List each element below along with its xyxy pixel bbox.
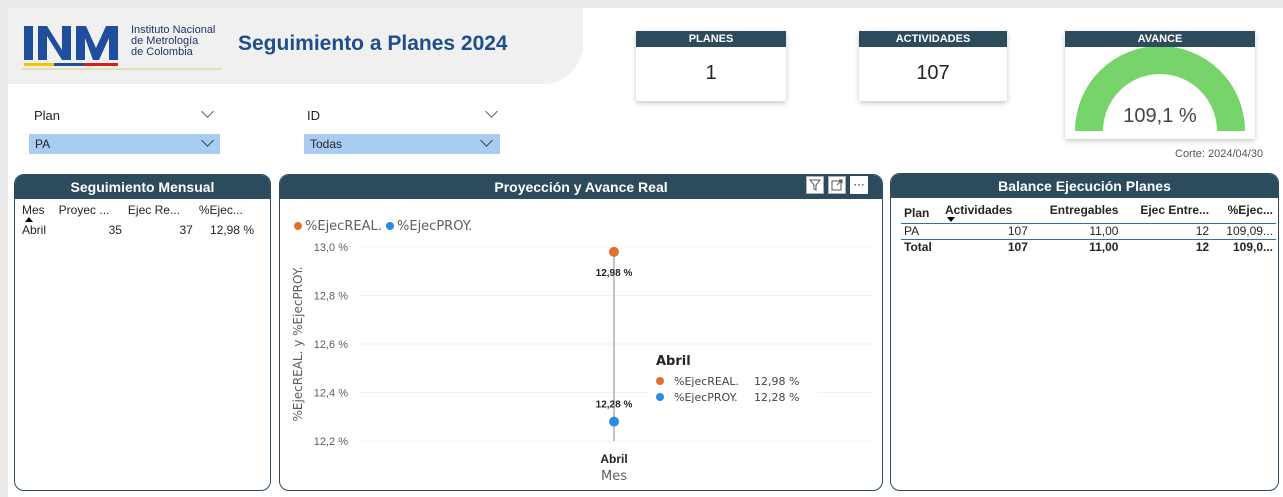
- visual-toolbar: ···: [806, 176, 868, 194]
- id-slicer-dropdown[interactable]: Todas: [304, 134, 500, 154]
- id-slicer-label: ID: [307, 108, 320, 123]
- table-row[interactable]: PA 107 11,00 12 109,09...: [901, 223, 1276, 239]
- plan-slicer-chevron-icon[interactable]: [201, 105, 214, 118]
- x-axis-title: Mes: [601, 469, 627, 484]
- data-point: [609, 416, 619, 427]
- column-header[interactable]: Plan: [901, 203, 942, 223]
- y-tick-label: 12,2 %: [314, 436, 348, 448]
- y-tick-label: 12,6 %: [314, 339, 348, 351]
- kpi-planes-value: 1: [705, 62, 717, 84]
- tooltip-series-name: %EjecPROY.: [674, 391, 738, 404]
- table-cell: 109,09...: [1226, 224, 1273, 238]
- kpi-avance-value: 109,1 %: [1123, 105, 1197, 127]
- column-header[interactable]: Proyec ...: [56, 203, 125, 222]
- table-cell: 11,00: [1089, 224, 1119, 238]
- kpi-avance-label: AVANCE: [1065, 31, 1255, 47]
- table-cell: 107: [1007, 224, 1028, 238]
- column-header[interactable]: Actividades: [942, 203, 1031, 223]
- kpi-actividades-card[interactable]: ACTIVIDADES 107: [859, 31, 1007, 101]
- kpi-planes-label: PLANES: [636, 31, 786, 47]
- table-header-row: Plan Actividades Entregables Ejec Entre.…: [901, 203, 1276, 223]
- corte-date: Corte: 2024/04/30: [1175, 148, 1264, 160]
- column-header[interactable]: Ejec Entre...: [1121, 203, 1212, 223]
- table-cell: 107: [1007, 240, 1028, 255]
- balance-title: Balance Ejecución Planes: [891, 174, 1278, 198]
- legend-label: %EjecREAL.: [305, 219, 382, 234]
- plan-slicer-dropdown[interactable]: PA: [29, 134, 220, 154]
- plan-slicer-value: PA: [35, 137, 51, 151]
- proyeccion-title: Proyección y Avance Real: [280, 175, 882, 199]
- chevron-down-icon: [201, 134, 214, 147]
- tooltip-marker: [656, 393, 664, 401]
- y-axis-title: %EjecREAL. y %EjecPROY.: [291, 266, 305, 421]
- proyeccion-chart: %EjecREAL. %EjecPROY. 13,0 % 12,8 % 12,6 % 12…: [291, 219, 872, 484]
- page-title: Seguimiento a Planes 2024: [238, 32, 508, 55]
- sort-descending-icon: [946, 217, 955, 223]
- data-label: 12,98 %: [596, 268, 633, 279]
- seguimiento-mensual-panel: Seguimiento Mensual Mes Proyec ... Ejec …: [14, 174, 271, 491]
- table-cell: 109,0...: [1232, 240, 1273, 255]
- data-point: [609, 246, 619, 257]
- table-cell: 37: [179, 223, 193, 237]
- table-cell: 35: [108, 223, 122, 237]
- column-header[interactable]: Mes: [19, 203, 56, 222]
- legend-marker: [386, 222, 394, 230]
- kpi-actividades-label: ACTIVIDADES: [859, 31, 1007, 47]
- balance-table: Plan Actividades Entregables Ejec Entre.…: [901, 203, 1276, 255]
- report-page: Instituto Nacional de Metrología de Colo…: [8, 8, 1283, 497]
- tooltip-series-value: 12,98 %: [754, 375, 799, 388]
- legend-label: %EjecPROY.: [397, 219, 472, 234]
- column-header[interactable]: %Ejec...: [1212, 203, 1276, 223]
- tooltip-title: Abril: [656, 354, 691, 369]
- filter-icon[interactable]: [806, 176, 824, 194]
- table-cell: Abril: [22, 223, 47, 237]
- table-cell: 12,98 %: [209, 223, 254, 237]
- table-row[interactable]: Abril 35 37 12,98 %: [19, 222, 257, 238]
- seguimiento-mensual-title: Seguimiento Mensual: [15, 175, 270, 199]
- tooltip-marker: [656, 377, 664, 385]
- kpi-actividades-value: 107: [916, 62, 950, 84]
- data-label: 12,28 %: [596, 400, 633, 411]
- seguimiento-table: Mes Proyec ... Ejec Re... %Ejec... Abril…: [19, 203, 257, 238]
- id-slicer-chevron-icon[interactable]: [485, 105, 498, 118]
- table-header-row: Mes Proyec ... Ejec Re... %Ejec...: [19, 203, 257, 222]
- more-options-icon[interactable]: ···: [850, 176, 868, 194]
- column-header[interactable]: Entregables: [1031, 203, 1122, 223]
- plan-slicer-label: Plan: [34, 108, 61, 123]
- y-tick-label: 13,0 %: [314, 242, 348, 254]
- table-cell: PA: [904, 224, 920, 238]
- x-tick-label: Abril: [600, 452, 627, 466]
- table-cell: 11,00: [1089, 240, 1119, 255]
- column-header[interactable]: %Ejec...: [196, 203, 257, 222]
- id-slicer-value: Todas: [310, 137, 343, 151]
- table-cell: 12: [1195, 240, 1210, 255]
- legend-marker: [294, 222, 302, 230]
- table-cell: 12: [1195, 224, 1210, 238]
- balance-panel: Balance Ejecución Planes Plan Actividade…: [890, 173, 1279, 491]
- tooltip-series-value: 12,28 %: [754, 391, 799, 404]
- focus-mode-icon[interactable]: [828, 176, 846, 194]
- y-tick-label: 12,8 %: [314, 291, 348, 303]
- kpi-planes-card[interactable]: PLANES 1: [636, 31, 786, 101]
- table-cell: Total: [904, 240, 932, 255]
- org-name: Instituto Nacional de Metrología de Colo…: [131, 24, 216, 58]
- kpi-avance-card[interactable]: AVANCE 109,1 %: [1065, 31, 1255, 139]
- y-tick-label: 12,4 %: [314, 388, 348, 400]
- table-total-row: Total 107 11,00 12 109,0...: [901, 239, 1276, 255]
- tooltip-series-name: %EjecREAL.: [674, 375, 739, 388]
- column-header[interactable]: Ejec Re...: [125, 203, 196, 222]
- proyeccion-panel: Proyección y Avance Real %EjecREAL. %Ejec…: [279, 174, 883, 491]
- chevron-down-icon: [480, 134, 493, 147]
